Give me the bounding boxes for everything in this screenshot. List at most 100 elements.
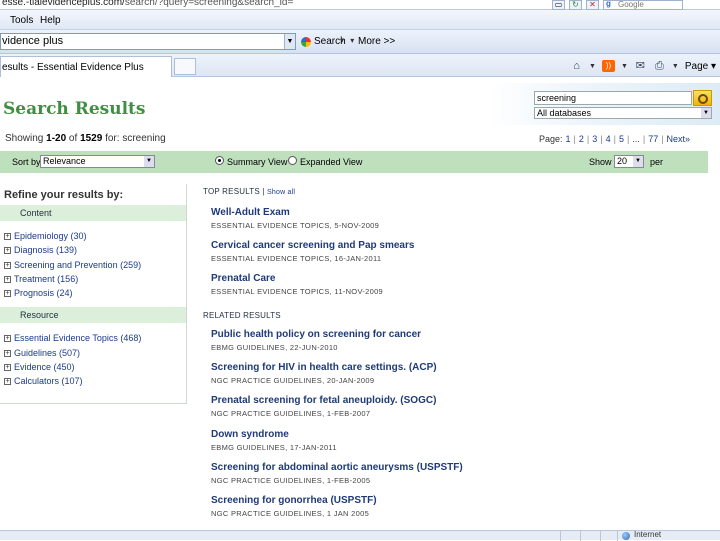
result-title[interactable]: Prenatal screening for fetal aneuploidy.… [211,395,436,406]
result-title[interactable]: Down syndrome [211,429,289,440]
result-meta: NGC PRACTICE GUIDELINES, 20-JAN-2009 [211,376,375,385]
result-meta: ESSENTIAL EVIDENCE TOPICS, 5-NOV-2009 [211,221,380,230]
stop-icon[interactable]: ✕ [586,0,599,10]
facet-item[interactable]: + Calculators (107) [4,376,83,386]
result-meta: NGC PRACTICE GUIDELINES, 1-FEB-2005 [211,476,371,485]
facet-item[interactable]: + Prognosis (24) [4,288,73,298]
result-meta: NGC PRACTICE GUIDELINES, 1 JAN 2005 [211,509,370,518]
status-zone: Internet [634,530,662,539]
google-icon [301,36,311,47]
address-actions: ▭ ↻ ✕ Google [552,0,683,10]
search-button[interactable] [693,90,712,106]
print-icon[interactable]: ⎙ [653,60,666,72]
refine-panel: Refine your results by: Content + Epidemi… [0,184,187,404]
toolbar-search-button[interactable]: Search [301,36,346,47]
google-toolbar: vidence plus ▼ Search ▾ ▾ More >> [0,30,720,54]
summary-view-radio[interactable] [215,156,224,165]
refine-title: Refine your results by: [4,189,124,201]
menu-bar: Tools Help [0,10,720,30]
page-link-3[interactable]: 3 [592,134,597,144]
toolbar-search-field[interactable]: vidence plus ▼ [0,33,296,50]
mail-icon[interactable]: ✉ [634,60,647,72]
facet-item[interactable]: + Screening and Prevention (259) [4,260,141,270]
search-input[interactable]: screening [534,91,692,105]
new-tab-button[interactable] [174,58,196,75]
expand-icon[interactable]: + [4,232,11,240]
per-label: per [650,157,664,167]
summary-view-label[interactable]: Summary View [227,157,287,167]
result-title[interactable]: Screening for HIV in health care setting… [211,362,437,373]
result-meta: NGC PRACTICE GUIDELINES, 1-FEB-2007 [211,409,371,418]
facet-head-resource: Resource [0,307,186,323]
expand-icon[interactable]: + [4,275,11,283]
show-label: Show [589,157,612,167]
menu-tools[interactable]: Tools [10,15,33,26]
result-title[interactable]: Screening for abdominal aortic aneurysms… [211,462,463,473]
page-content: Search Results screening All databases ▼ … [0,78,720,530]
toolbar-dropdowns[interactable]: ▾ ▾ [340,36,356,45]
chevron-down-icon: ▼ [144,156,154,167]
facet-item[interactable]: + Evidence (450) [4,362,75,372]
chevron-down-icon: ▼ [633,156,643,167]
result-meta: EBMG GUIDELINES, 17-JAN-2011 [211,443,337,452]
page-link-1[interactable]: 1 [566,134,571,144]
database-select[interactable]: All databases ▼ [534,107,712,119]
result-meta: ESSENTIAL EVIDENCE TOPICS, 16-JAN-2011 [211,254,382,263]
result-title[interactable]: Well-Adult Exam [211,207,290,218]
result-title[interactable]: Cervical cancer screening and Pap smears [211,240,414,251]
expand-icon[interactable]: + [4,289,11,297]
menu-help[interactable]: Help [40,15,61,26]
expand-icon[interactable]: + [4,261,11,269]
pager-ellipsis: ... [632,134,640,144]
show-select[interactable]: 20 ▼ [614,155,644,168]
page-menu[interactable]: Page ▾ [685,61,716,72]
toolbar-more-button[interactable]: More >> [358,36,395,47]
sort-select[interactable]: Relevance ▼ [40,155,155,168]
globe-icon [622,532,630,540]
tab-active[interactable]: esults - Essential Evidence Plus [0,56,172,77]
feeds-icon[interactable]: )) [601,60,615,72]
results-count: Showing 1-20 of 1529 for: screening [5,133,166,144]
page-link-2[interactable]: 2 [579,134,584,144]
result-meta: EBMG GUIDELINES, 22-JUN-2010 [211,343,338,352]
expand-icon[interactable]: + [4,246,11,254]
google-search-box[interactable]: Google [603,0,683,10]
page-link-5[interactable]: 5 [619,134,624,144]
expand-icon[interactable]: + [4,363,11,371]
facet-item[interactable]: + Diagnosis (139) [4,245,77,255]
page-link-4[interactable]: 4 [606,134,611,144]
sort-bar: Sort by Relevance ▼ Summary View Expanded… [0,151,708,173]
show-all-link[interactable]: Show all [267,189,295,196]
top-results-heading: TOP RESULTS | Show all [203,187,296,196]
facet-item[interactable]: + Essential Evidence Topics (468) [4,333,141,343]
page-link-last[interactable]: 77 [648,134,658,144]
facet-item[interactable]: + Treatment (156) [4,274,78,284]
chevron-down-icon[interactable]: ▼ [672,63,679,70]
expanded-view-radio[interactable] [288,156,297,165]
expand-icon[interactable]: + [4,349,11,357]
result-title[interactable]: Prenatal Care [211,273,275,284]
tab-bar: esults - Essential Evidence Plus ⌂ ▼ )) … [0,54,720,77]
page-title: Search Results [3,99,146,119]
command-bar: ⌂ ▼ )) ▼ ✉ ⎙ ▼ Page ▾ [570,57,720,75]
address-text[interactable]: esse.-tialevidenceplus.com/search/?query… [2,0,293,8]
expand-icon[interactable]: + [4,377,11,385]
address-bar[interactable]: esse.-tialevidenceplus.com/search/?query… [0,0,720,10]
chevron-down-icon[interactable]: ▼ [589,63,596,70]
related-results-heading: RELATED RESULTS [203,311,281,320]
pagination: Page: 1 | 2 | 3 | 4 | 5 | ... | 77 | Next» [539,134,691,144]
chevron-down-icon[interactable]: ▼ [284,34,295,49]
result-meta: ESSENTIAL EVIDENCE TOPICS, 11-NOV-2009 [211,287,384,296]
expanded-view-label[interactable]: Expanded View [300,157,362,167]
result-title[interactable]: Public health policy on screening for ca… [211,329,421,340]
facet-item[interactable]: + Epidemiology (30) [4,231,87,241]
refresh-icon[interactable]: ↻ [569,0,582,10]
next-link[interactable]: Next» [667,134,691,144]
compat-icon[interactable]: ▭ [552,0,565,10]
result-title[interactable]: Screening for gonorrhea (USPSTF) [211,495,377,506]
facet-head-content: Content [0,205,186,221]
home-icon[interactable]: ⌂ [570,60,583,72]
expand-icon[interactable]: + [4,334,11,342]
chevron-down-icon[interactable]: ▼ [621,63,628,70]
facet-item[interactable]: + Guidelines (507) [4,348,80,358]
